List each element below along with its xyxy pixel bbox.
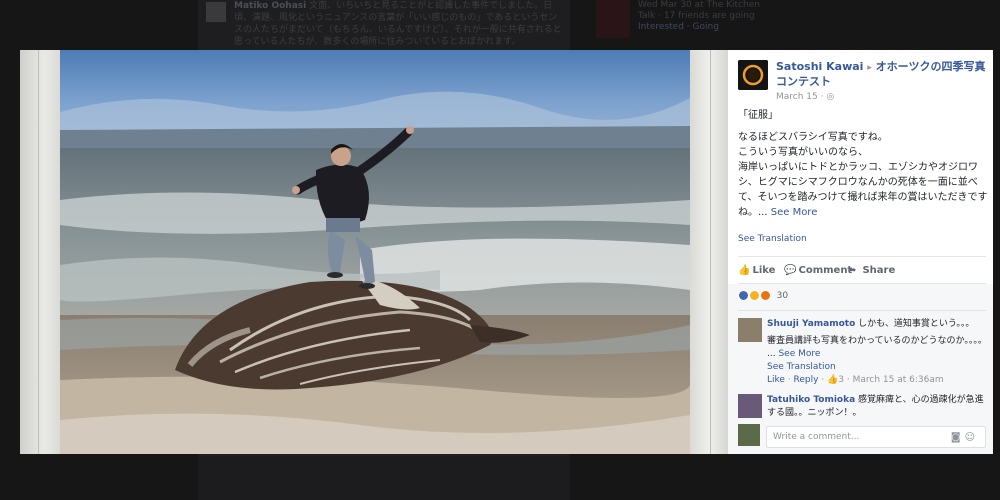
- comment-input[interactable]: Write a comment... ◙☺: [766, 426, 986, 448]
- post-body-text: なるほどスバラシイ写真ですね。 こういう写真がいいのなら、 海岸いっぱいにトドと…: [738, 132, 988, 218]
- smiley-icon[interactable]: ☺: [965, 432, 979, 443]
- background-avatar: [206, 2, 226, 22]
- comment-like-count: 3: [838, 375, 845, 385]
- share-button[interactable]: ➦ Share: [848, 265, 895, 276]
- angry-reaction-icon: [759, 290, 771, 301]
- thumbs-up-icon: 👍: [738, 265, 751, 276]
- comment-time[interactable]: March 15 at 6:36am: [853, 375, 944, 385]
- share-arrow-icon: ▸: [867, 63, 872, 73]
- author-name-link[interactable]: Satoshi Kawai: [776, 60, 863, 73]
- wow-reaction-icon: [748, 290, 760, 301]
- comment-reply-button[interactable]: Reply: [794, 375, 819, 385]
- background-event: Wed Mar 30 at The Kitchen Talk · 17 frie…: [638, 0, 760, 32]
- photo[interactable]: [20, 50, 728, 454]
- comment-footer: Like · Reply · 👍3 · March 15 at 6:36am: [767, 375, 944, 385]
- comment-see-more-link[interactable]: See More: [778, 349, 820, 359]
- reactions-summary[interactable]: 30: [738, 290, 788, 301]
- beach-scene-image: [60, 50, 690, 454]
- share-icon: ➦: [848, 265, 857, 276]
- globe-icon: ◎: [826, 92, 835, 102]
- post-text: 「征服」 なるほどスバラシイ写真ですね。 こういう写真がいいのなら、 海岸いっぱ…: [738, 108, 988, 227]
- like-button[interactable]: 👍 Like: [738, 265, 775, 276]
- comment-bubble-icon: 💬: [784, 265, 797, 276]
- see-translation-link[interactable]: See Translation: [738, 234, 807, 244]
- like-reaction-icon: [738, 290, 749, 301]
- write-comment-row: Write a comment... ◙☺: [738, 424, 986, 450]
- see-more-link[interactable]: See More: [771, 207, 818, 218]
- photo-theater: Satoshi Kawai ▸ オホーツクの四季写真コンテスト March 15…: [20, 50, 993, 454]
- background-feed-bottom: [198, 456, 570, 500]
- commenter-avatar[interactable]: [738, 318, 762, 342]
- post-timestamp[interactable]: March 15 · ◎: [776, 92, 834, 102]
- commenter-name[interactable]: Shuuji Yamamoto: [767, 319, 855, 329]
- comment-button[interactable]: 💬 Comment: [784, 265, 852, 276]
- comment-like-icon: 👍: [827, 375, 839, 385]
- comment-see-translation-link[interactable]: See Translation: [767, 362, 836, 372]
- post-title-line: 「征服」: [738, 110, 778, 121]
- author-avatar[interactable]: [738, 60, 768, 90]
- commenter-avatar[interactable]: [738, 394, 762, 418]
- comment-like-button[interactable]: Like: [767, 375, 785, 385]
- comments-section: 30 Shuuji Yamamoto しかも、道知事賞という。。。 審査員講評も…: [728, 284, 993, 454]
- post-author-line: Satoshi Kawai ▸ オホーツクの四季写真コンテスト: [776, 60, 986, 89]
- background-post-text: Matiko Oohasi 文面、いちいちと見ることがと認識した事件でしました。…: [234, 1, 562, 46]
- comment-text-continued: 審査員講評も写真をわかっているのかどうなのか。。。。: [767, 336, 987, 346]
- comment-text: しかも、道知事賞という。。。: [858, 319, 975, 329]
- post-sidebar: Satoshi Kawai ▸ オホーツクの四季写真コンテスト March 15…: [728, 50, 993, 454]
- commenter-name[interactable]: Tatuhiko Tomioka: [767, 395, 855, 405]
- current-user-avatar: [738, 424, 760, 446]
- camera-icon[interactable]: ◙: [951, 432, 965, 443]
- background-event-thumbnail: [596, 0, 630, 38]
- newspaper-edge-left: [20, 50, 60, 454]
- post-actions-bar: 👍 Like 💬 Comment ➦ Share: [738, 256, 986, 284]
- reaction-count: 30: [776, 290, 789, 301]
- newspaper-edge-right: [690, 50, 728, 454]
